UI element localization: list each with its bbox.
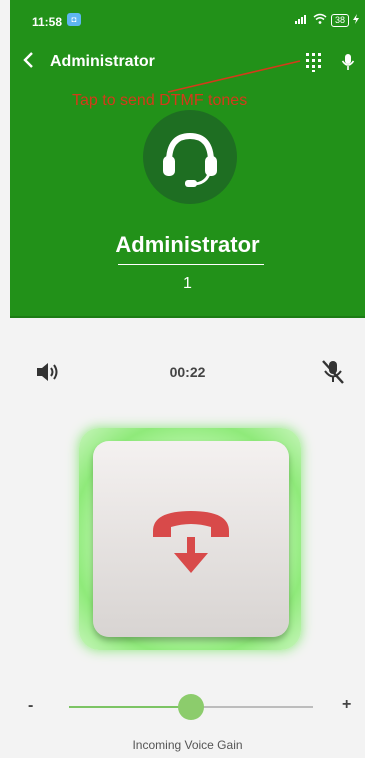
mic-muted-icon: [322, 360, 344, 384]
headset-icon: [163, 132, 217, 187]
gain-slider-fill: [69, 706, 191, 708]
call-timer: 00:22: [169, 364, 206, 380]
gain-slider-label: Incoming Voice Gain: [132, 738, 243, 752]
caller-extension: 1: [183, 275, 192, 292]
hangup-phone-icon: [153, 511, 229, 573]
hangup-button[interactable]: [93, 441, 289, 637]
gain-max-label: +: [342, 696, 352, 713]
gain-slider-thumb[interactable]: [178, 694, 204, 720]
mute-button[interactable]: [320, 358, 346, 386]
caller-name-divider: [118, 264, 264, 265]
caller-name: Administrator: [115, 232, 260, 257]
gain-min-label: -: [28, 697, 34, 714]
dtmf-hint-annotation: Tap to send DTMF tones: [72, 92, 248, 109]
caller-avatar: [143, 110, 237, 204]
